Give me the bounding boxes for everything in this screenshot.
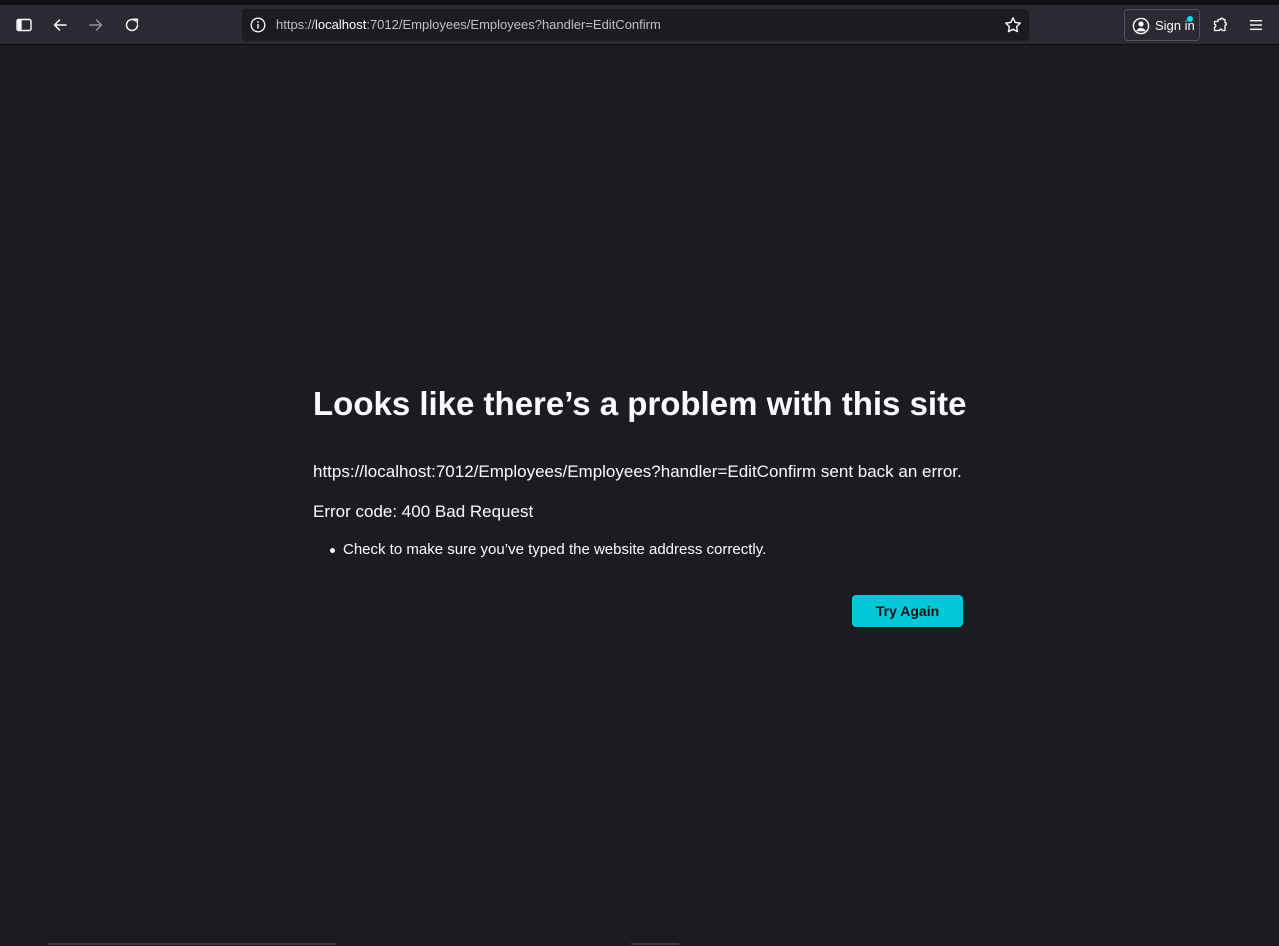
- account-icon: [1132, 17, 1150, 35]
- info-icon: [250, 17, 266, 33]
- bookmark-button[interactable]: [1003, 15, 1023, 35]
- try-again-button[interactable]: Try Again: [852, 595, 963, 627]
- error-title: Looks like there’s a problem with this s…: [313, 385, 967, 422]
- sidebar-icon: [16, 18, 32, 32]
- extensions-icon: [1213, 17, 1227, 32]
- error-tips-list: Check to make sure you’ve typed the webs…: [313, 540, 766, 560]
- bullet-icon: [330, 548, 335, 553]
- extensions-button[interactable]: [1204, 9, 1236, 41]
- back-button[interactable]: [44, 9, 76, 41]
- url-host: localhost: [315, 17, 367, 32]
- forward-icon: [89, 19, 103, 31]
- error-code: Error code: 400 Bad Request: [313, 502, 534, 521]
- forward-button[interactable]: [80, 9, 112, 41]
- url-path: :7012/Employees/Employees?handler=EditCo…: [366, 17, 661, 32]
- browser-toolbar: https://localhost:7012/Employees/Employe…: [0, 5, 1279, 45]
- sign-in-button[interactable]: Sign in: [1124, 9, 1200, 41]
- site-info-button[interactable]: [248, 15, 268, 35]
- app-menu-button[interactable]: [1240, 9, 1272, 41]
- bottom-divider: [48, 943, 336, 945]
- url-prefix: https://: [276, 17, 316, 32]
- tip-text: Check to make sure you’ve typed the webs…: [343, 541, 767, 558]
- reload-button[interactable]: [116, 9, 148, 41]
- sign-in-label: Sign in: [1155, 18, 1195, 33]
- bookmark-star-icon: [1005, 17, 1021, 33]
- error-description: https://localhost:7012/Employees/Employe…: [313, 462, 962, 481]
- menu-icon: [1250, 20, 1262, 30]
- back-icon: [53, 19, 67, 31]
- reload-icon: [125, 18, 139, 32]
- address-bar[interactable]: https://localhost:7012/Employees/Employe…: [242, 9, 1029, 41]
- url-text[interactable]: https://localhost:7012/Employees/Employe…: [276, 17, 661, 33]
- list-item: Check to make sure you’ve typed the webs…: [313, 540, 766, 560]
- bottom-divider-small: [631, 943, 679, 945]
- sidebar-toggle-button[interactable]: [8, 9, 40, 41]
